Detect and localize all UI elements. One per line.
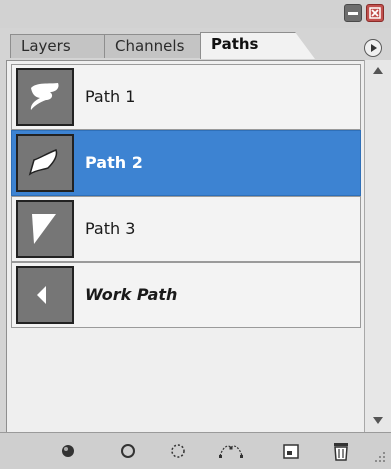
tab-layers[interactable]: Layers <box>10 34 106 58</box>
resize-grip[interactable] <box>372 449 388 465</box>
chevron-up-icon <box>373 67 383 74</box>
tab-paths[interactable]: Paths <box>200 32 315 59</box>
path-thumbnail <box>16 134 74 192</box>
vertical-scrollbar[interactable] <box>364 60 391 432</box>
load-selection-button[interactable] <box>166 439 190 463</box>
flyout-menu-icon <box>371 44 377 52</box>
make-work-path-icon <box>219 445 243 458</box>
path-label: Path 1 <box>85 87 136 106</box>
path-1-thumbnail-icon <box>30 83 59 110</box>
minimize-button[interactable] <box>344 4 362 22</box>
chevron-down-icon <box>373 417 383 424</box>
panel-menu-button[interactable] <box>364 39 382 57</box>
path-3-thumbnail-icon <box>32 214 56 244</box>
path-label: Path 3 <box>85 219 136 238</box>
stroke-path-icon <box>121 444 135 458</box>
path-thumbnail <box>16 200 74 258</box>
delete-path-icon <box>334 443 348 461</box>
scroll-up-button[interactable] <box>365 60 391 82</box>
path-label: Work Path <box>85 285 178 304</box>
path-row-path-1[interactable]: Path 1 <box>11 64 361 130</box>
paths-toolbar <box>0 432 391 469</box>
fill-path-button[interactable] <box>56 439 80 463</box>
work-path-thumbnail-icon <box>37 286 46 304</box>
new-path-button[interactable] <box>279 439 303 463</box>
new-path-icon <box>283 444 299 459</box>
make-work-path-button[interactable] <box>217 439 243 463</box>
close-icon <box>369 7 381 19</box>
paths-panel: Layers Channels Paths Path 1 Path 2 Path… <box>0 0 391 469</box>
panel-title-bar <box>0 0 391 28</box>
load-selection-icon <box>171 444 185 458</box>
tab-channels[interactable]: Channels <box>104 34 202 58</box>
path-row-path-3[interactable]: Path 3 <box>11 196 361 262</box>
delete-path-button[interactable] <box>329 439 353 463</box>
fill-path-icon <box>62 445 74 457</box>
close-button[interactable] <box>366 4 384 22</box>
resize-grip-icon <box>375 452 385 462</box>
path-thumbnail <box>16 266 74 324</box>
panel-tabs: Layers Channels Paths <box>0 28 391 59</box>
path-row-path-2[interactable]: Path 2 <box>11 130 361 196</box>
scroll-down-button[interactable] <box>365 410 391 432</box>
path-2-thumbnail-icon <box>28 149 58 176</box>
path-label: Path 2 <box>85 153 143 172</box>
paths-list: Path 1 Path 2 Path 3 Work Path <box>6 60 364 432</box>
path-thumbnail <box>16 68 74 126</box>
stroke-path-button[interactable] <box>116 439 140 463</box>
path-row-work-path[interactable]: Work Path <box>11 262 361 328</box>
